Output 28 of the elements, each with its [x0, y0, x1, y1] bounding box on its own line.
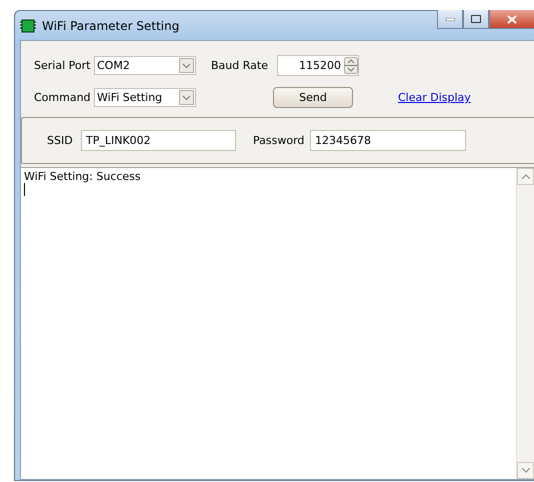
command-dropdown[interactable]: WiFi Setting	[94, 88, 196, 107]
send-button[interactable]: Send	[273, 87, 353, 108]
baud-rate-spinner[interactable]: 115200	[277, 55, 359, 76]
command-label: Command	[34, 91, 92, 104]
baud-rate-label: Baud Rate	[211, 59, 269, 72]
minimize-icon	[446, 18, 454, 20]
clear-display-link[interactable]: Clear Display	[398, 91, 471, 104]
close-button[interactable]	[489, 10, 534, 29]
close-icon	[507, 14, 517, 24]
serial-port-dropdown[interactable]: COM2	[94, 56, 196, 75]
minimize-button[interactable]	[437, 10, 463, 29]
scroll-down-button[interactable]	[517, 462, 534, 479]
maximize-icon	[471, 15, 481, 23]
chevron-up-icon	[522, 174, 530, 179]
password-label: Password	[253, 134, 306, 147]
ssid-field[interactable]: TP_LINK002	[81, 130, 236, 151]
password-field[interactable]: 12345678	[310, 130, 466, 151]
window-title: WiFi Parameter Setting	[42, 18, 180, 32]
ssid-label: SSID	[47, 134, 74, 147]
serial-port-label: Serial Port	[34, 59, 92, 72]
scroll-up-button[interactable]	[517, 168, 534, 185]
vertical-scrollbar[interactable]	[516, 168, 534, 479]
text-cursor	[24, 183, 25, 196]
spin-arrows-icon	[344, 57, 358, 74]
chevron-down-icon	[522, 468, 530, 473]
chip-icon	[20, 18, 36, 32]
maximize-button[interactable]	[463, 10, 489, 29]
log-line: WiFi Setting: Success	[24, 170, 142, 183]
